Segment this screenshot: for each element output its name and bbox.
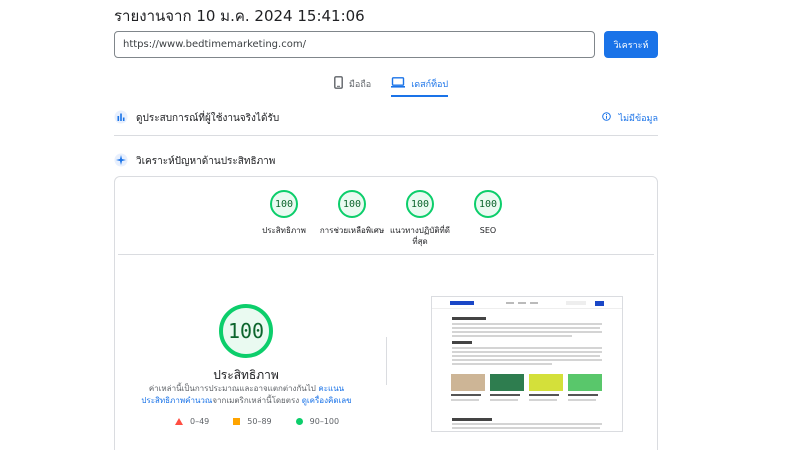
legend-pass: 90–100 <box>295 417 340 426</box>
desc-text-2: จากเมตริกเหล่านี้โดยตรง <box>212 396 302 405</box>
score-label: แนวทางปฏิบัติที่ดี ที่สุด <box>390 226 450 246</box>
field-data-header: ดูประสบการณ์ที่ผู้ใช้งานจริงได้รับ <box>114 109 658 128</box>
legend-fail: 0–49 <box>175 417 209 426</box>
url-input[interactable] <box>114 31 595 58</box>
legend-range: 90–100 <box>309 417 340 426</box>
legend-range: 50–89 <box>247 417 272 426</box>
score-value: 100 <box>474 190 502 218</box>
score-gauge-performance[interactable]: 100 ประสิทธิภาพ <box>249 190 319 236</box>
no-data-label: ไม่มีข้อมูล <box>618 114 658 124</box>
score-value: 100 <box>406 190 434 218</box>
phone-icon <box>334 76 343 92</box>
diagnose-header: วิเคราะห์ปัญหาด้านประสิทธิภาพ <box>114 152 658 171</box>
tab-mobile-label: มือถือ <box>349 80 372 90</box>
field-data-title: ดูประสบการณ์ที่ผู้ใช้งานจริงได้รับ <box>136 113 280 124</box>
vertical-separator <box>386 337 387 385</box>
field-data-icon <box>114 109 128 128</box>
fail-triangle-icon <box>175 418 183 425</box>
calculator-link[interactable]: ดูเครื่องคิดเลข <box>302 396 352 405</box>
analyze-button[interactable]: วิเคราะห์ <box>604 31 658 58</box>
desc-text: ค่าเหล่านี้เป็นการประมาณและอาจแตกต่างกัน… <box>148 384 319 393</box>
performance-description: ค่าเหล่านี้เป็นการประมาณและอาจแตกต่างกัน… <box>134 383 359 407</box>
score-label: การช่วยเหลือพิเศษ <box>319 226 385 235</box>
page-screenshot-thumbnail[interactable] <box>431 296 623 432</box>
score-value: 100 <box>338 190 366 218</box>
tab-desktop[interactable]: เดสก์ท็อป <box>391 72 449 97</box>
performance-gauge: 100 <box>219 304 273 358</box>
score-gauge-seo[interactable]: 100 SEO <box>453 190 523 236</box>
card-divider <box>118 254 654 255</box>
score-legend: 0–49 50–89 90–100 <box>175 417 339 426</box>
tab-desktop-label: เดสก์ท็อป <box>411 80 449 90</box>
diagnose-icon <box>114 152 128 171</box>
score-label: ประสิทธิภาพ <box>262 226 306 235</box>
score-gauge-accessibility[interactable]: 100 การช่วยเหลือพิเศษ <box>317 190 387 236</box>
tab-mobile[interactable]: มือถือ <box>334 72 371 96</box>
info-icon <box>601 112 611 124</box>
legend-range: 0–49 <box>190 417 210 426</box>
score-gauge-best-practices[interactable]: 100 แนวทางปฏิบัติที่ดี ที่สุด <box>385 190 455 247</box>
pass-circle-icon <box>295 418 303 425</box>
device-tabs: มือถือ เดสก์ท็อป <box>334 72 449 97</box>
desktop-icon <box>391 77 406 91</box>
diagnose-title: วิเคราะห์ปัญหาด้านประสิทธิภาพ <box>136 156 276 167</box>
score-label: SEO <box>479 226 497 235</box>
average-square-icon <box>233 418 241 425</box>
legend-average: 50–89 <box>233 417 272 426</box>
section-divider <box>114 135 658 136</box>
score-value: 100 <box>270 190 298 218</box>
report-title: รายงานจาก 10 ม.ค. 2024 15:41:06 <box>114 7 365 25</box>
no-data-link[interactable]: ไม่มีข้อมูล <box>601 111 658 125</box>
